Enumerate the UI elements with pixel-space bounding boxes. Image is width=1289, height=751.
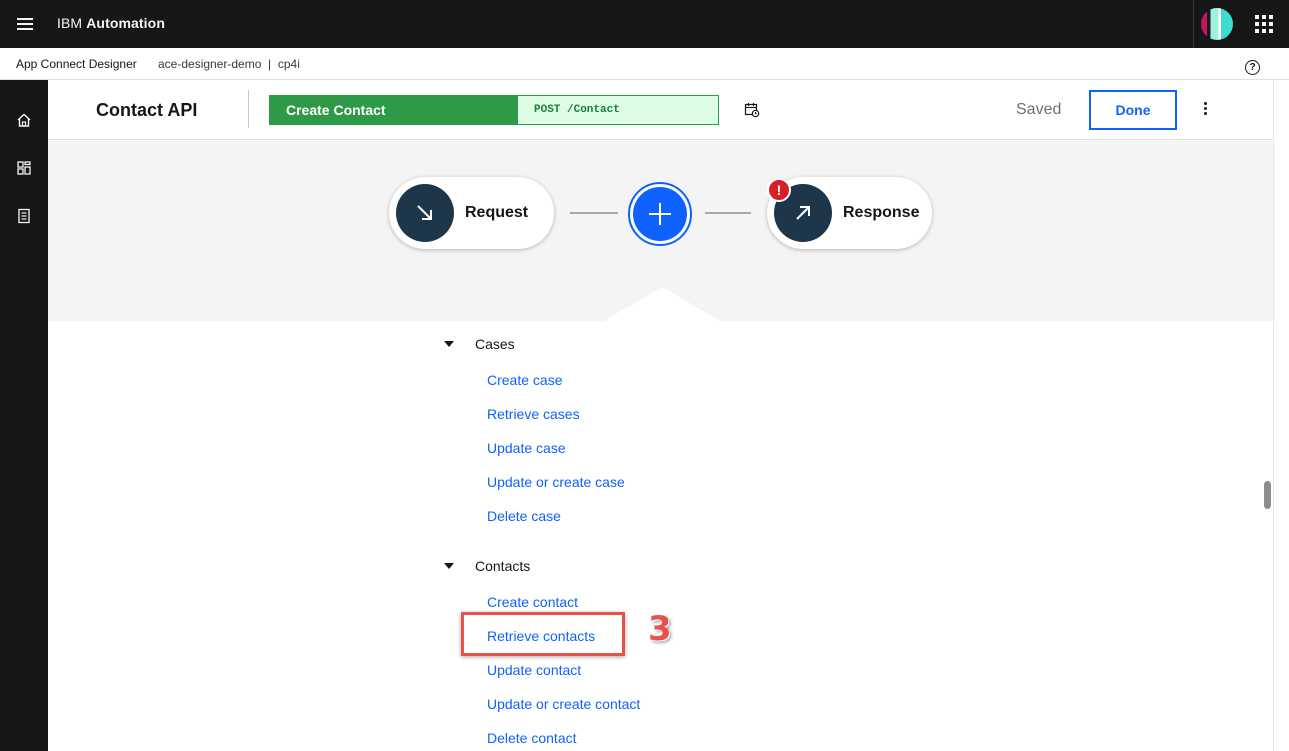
group-title: Contacts [475, 558, 531, 574]
plus-icon [633, 187, 687, 241]
group-title: Cases [475, 336, 515, 352]
left-nav-rail [0, 80, 48, 751]
group-header-cases[interactable]: Cases [444, 336, 515, 352]
overflow-menu-icon[interactable] [1198, 102, 1212, 118]
action-update-or-create-contact[interactable]: Update or create contact [487, 696, 640, 712]
action-create-case[interactable]: Create case [487, 372, 562, 388]
flow-canvas: Request Response ! [48, 141, 1273, 321]
app-name[interactable]: App Connect Designer [16, 57, 137, 71]
brand-name: Automation [86, 15, 165, 31]
connector-line [570, 212, 618, 214]
save-status: Saved [1016, 101, 1062, 118]
action-delete-contact[interactable]: Delete contact [487, 730, 577, 746]
api-title: Contact API [96, 100, 198, 120]
action-update-or-create-case[interactable]: Update or create case [487, 474, 625, 490]
home-icon[interactable] [12, 108, 36, 132]
action-retrieve-cases[interactable]: Retrieve cases [487, 406, 580, 422]
annotation-step-number: 3 [648, 609, 672, 649]
action-update-case[interactable]: Update case [487, 440, 566, 456]
scrollbar-thumb[interactable] [1264, 481, 1271, 509]
response-node[interactable]: Response [767, 177, 932, 249]
panel-pointer [604, 287, 720, 321]
app-switcher-icon[interactable] [1252, 12, 1276, 36]
user-avatar[interactable] [1201, 8, 1233, 40]
request-node[interactable]: Request [389, 177, 554, 249]
arrow-down-right-icon [396, 184, 454, 242]
scrollbar-track[interactable] [1273, 80, 1289, 751]
response-label: Response [843, 204, 920, 221]
hamburger-menu-icon[interactable] [10, 9, 40, 39]
help-icon[interactable]: ? [1245, 60, 1260, 75]
instance-breadcrumb: ace-designer-demo | cp4i [158, 57, 300, 71]
request-label: Request [465, 204, 529, 221]
done-button[interactable]: Done [1089, 90, 1177, 130]
brand-prefix: IBM [57, 15, 83, 31]
action-list: Cases Create case Retrieve cases Update … [48, 321, 1273, 751]
caret-down-icon [444, 563, 454, 569]
action-create-contact[interactable]: Create contact [487, 594, 578, 610]
flow-route: POST /Contact [518, 96, 718, 124]
caret-down-icon [444, 341, 454, 347]
error-warning-icon[interactable]: ! [767, 178, 791, 202]
annotation-highlight-box [461, 612, 625, 656]
flow-name: Create Contact [270, 96, 518, 124]
group-header-contacts[interactable]: Contacts [444, 558, 530, 574]
add-step-button[interactable] [628, 182, 692, 246]
flow-selector[interactable]: Create Contact POST /Contact [269, 95, 719, 125]
schedule-icon[interactable] [744, 102, 760, 118]
connector-line [705, 212, 751, 214]
topbar-divider [1193, 0, 1194, 48]
action-delete-case[interactable]: Delete case [487, 508, 561, 524]
main-panel: Contact API Create Contact POST /Contact… [48, 80, 1289, 751]
context-bar: App Connect Designer ace-designer-demo |… [0, 48, 1289, 80]
action-update-contact[interactable]: Update contact [487, 662, 581, 678]
catalog-icon[interactable] [12, 156, 36, 180]
product-brand[interactable]: IBM Automation [57, 15, 165, 31]
header-divider [248, 90, 249, 128]
top-bar: IBM Automation [0, 0, 1289, 48]
flow-header: Contact API Create Contact POST /Contact… [48, 80, 1273, 140]
document-icon[interactable] [12, 204, 36, 228]
